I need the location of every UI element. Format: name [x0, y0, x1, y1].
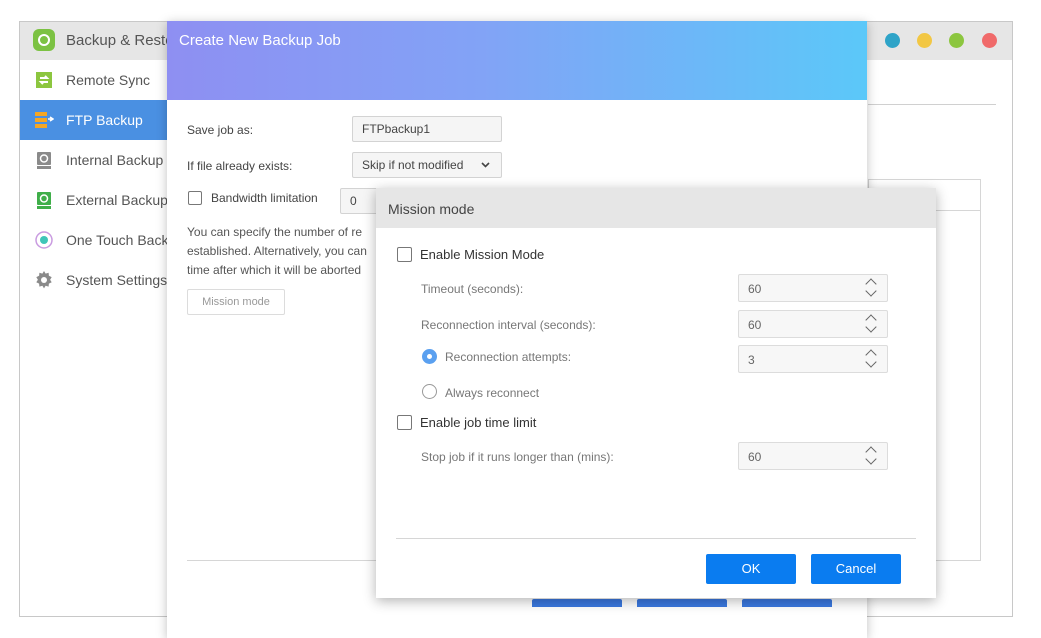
chevron-down-icon[interactable] — [865, 285, 877, 297]
file-exists-select[interactable]: Skip if not modified — [352, 152, 502, 178]
stop-job-spinner[interactable]: 60 — [738, 442, 888, 470]
sidebar-item-external-backup[interactable]: External Backup — [20, 180, 168, 220]
sidebar-item-remote-sync[interactable]: Remote Sync — [20, 60, 167, 100]
enable-time-limit-label: Enable job time limit — [420, 415, 537, 430]
reconnect-interval-value: 60 — [748, 318, 762, 332]
footer-button-2[interactable] — [637, 599, 727, 607]
reconnect-attempts-value: 3 — [748, 353, 755, 367]
reconnect-attempts-spinner[interactable]: 3 — [738, 345, 888, 373]
reconnect-interval-label: Reconnection interval (seconds): — [421, 318, 596, 332]
chevron-down-icon — [481, 162, 490, 168]
mission-description: You can specify the number of re establi… — [187, 223, 377, 280]
bandwidth-checkbox[interactable] — [188, 191, 202, 205]
dialog-header: Create New Backup Job — [167, 21, 867, 100]
ok-button[interactable]: OK — [706, 554, 796, 584]
sidebar-item-label: Remote Sync — [66, 72, 151, 88]
sidebar-item-label: FTP Backup — [66, 112, 143, 128]
sidebar-item-internal-backup[interactable]: Internal Backup — [20, 140, 167, 180]
stop-job-value: 60 — [748, 450, 762, 464]
sidebar-item-label: Internal Backup — [66, 152, 164, 168]
sidebar-item-label: System Settings — [66, 272, 168, 288]
mission-footer-divider — [396, 538, 916, 539]
cancel-button[interactable]: Cancel — [811, 554, 901, 584]
reconnect-attempts-radio[interactable] — [422, 349, 437, 364]
mission-dialog-header: Mission mode — [376, 188, 936, 228]
file-exists-value: Skip if not modified — [362, 158, 464, 172]
stop-job-label: Stop job if it runs longer than (mins): — [421, 450, 614, 464]
backup-restore-app-icon — [33, 29, 55, 51]
reconnect-interval-spinner[interactable]: 60 — [738, 310, 888, 338]
timeout-label: Timeout (seconds): — [421, 282, 524, 296]
sidebar-item-system-settings[interactable]: System Settings — [20, 260, 167, 300]
dialog-title: Create New Backup Job — [179, 32, 341, 49]
timeout-value: 60 — [748, 282, 762, 296]
save-job-input[interactable]: FTPbackup1 — [352, 116, 502, 142]
window-dot-3[interactable] — [949, 33, 964, 48]
footer-button-1[interactable] — [532, 599, 622, 607]
timeout-spinner[interactable]: 60 — [738, 274, 888, 302]
sidebar-item-ftp-backup[interactable]: FTP Backup — [20, 100, 167, 140]
internal-drive-icon — [37, 152, 51, 169]
window-dot-2[interactable] — [917, 33, 932, 48]
mission-mode-dialog: Mission mode Enable Mission Mode Timeout… — [376, 188, 936, 598]
enable-time-limit-checkbox[interactable] — [397, 415, 412, 430]
gear-icon — [36, 271, 52, 289]
external-drive-icon — [37, 192, 51, 209]
sync-icon — [36, 72, 52, 88]
chevron-down-icon[interactable] — [865, 453, 877, 465]
reconnect-attempts-label: Reconnection attempts: — [445, 350, 572, 364]
content-divider — [868, 104, 996, 105]
enable-mission-label: Enable Mission Mode — [420, 247, 545, 262]
description-line: established. Alternatively, you can — [187, 244, 367, 258]
bandwidth-label: Bandwidth limitation — [211, 191, 318, 205]
description-line: time after which it will be aborted — [187, 263, 362, 277]
save-job-label: Save job as: — [187, 123, 254, 137]
file-exists-label: If file already exists: — [187, 159, 293, 173]
mission-dialog-title: Mission mode — [388, 201, 475, 217]
enable-mission-checkbox[interactable] — [397, 247, 412, 262]
window-dot-4[interactable] — [982, 33, 997, 48]
footer-button-3[interactable] — [742, 599, 832, 607]
chevron-down-icon[interactable] — [865, 321, 877, 333]
chevron-down-icon[interactable] — [865, 356, 877, 368]
always-reconnect-radio[interactable] — [422, 384, 437, 399]
description-line: You can specify the number of re — [187, 225, 362, 239]
always-reconnect-label: Always reconnect — [445, 386, 540, 400]
mission-mode-button[interactable]: Mission mode — [187, 289, 285, 315]
window-dot-1[interactable] — [885, 33, 900, 48]
one-touch-icon — [35, 231, 53, 249]
sidebar: Remote Sync FTP Backup Internal Backup E… — [20, 60, 184, 616]
ftp-server-icon — [35, 112, 54, 128]
bandwidth-input[interactable]: 0 — [340, 188, 380, 214]
sidebar-item-one-touch-backup[interactable]: One Touch Backup — [20, 220, 184, 260]
sidebar-item-label: External Backup — [66, 192, 168, 208]
